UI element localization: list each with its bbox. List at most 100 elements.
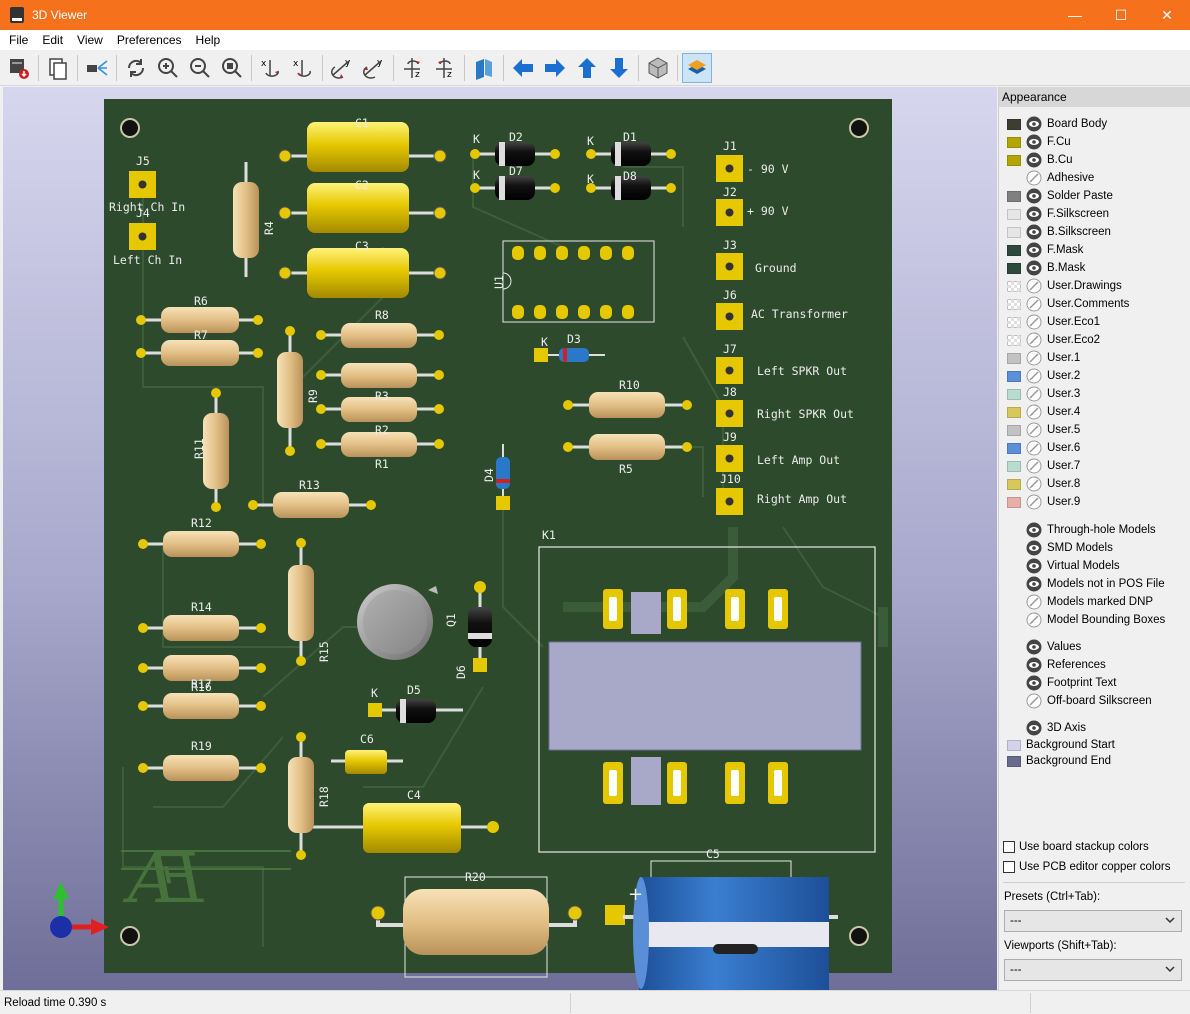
layers-manager-button[interactable] [682, 52, 712, 83]
menu-edit[interactable]: Edit [35, 30, 70, 50]
layer-color-swatch[interactable] [1007, 370, 1021, 382]
pan-left-button[interactable] [508, 53, 538, 83]
layer-color-swatch[interactable] [1007, 154, 1021, 166]
eye-hidden-icon[interactable] [1026, 422, 1042, 438]
eye-hidden-icon[interactable] [1026, 314, 1042, 330]
menu-file[interactable]: File [2, 30, 35, 50]
layer-row-user-4[interactable]: User.4 [1007, 403, 1187, 421]
layer-row-adhesive[interactable]: Adhesive [1007, 169, 1187, 187]
eye-hidden-icon[interactable] [1026, 476, 1042, 492]
rotate-z-cw-button[interactable]: z [398, 53, 428, 83]
layer-row-user-comments[interactable]: User.Comments [1007, 295, 1187, 313]
eye-icon[interactable] [1026, 260, 1042, 276]
background-start-swatch[interactable] [1007, 739, 1021, 751]
eye-icon[interactable] [1026, 242, 1042, 258]
eye-hidden-icon[interactable] [1026, 693, 1042, 709]
eye-hidden-icon[interactable] [1026, 278, 1042, 294]
eye-hidden-icon[interactable] [1026, 458, 1042, 474]
layer-color-swatch[interactable] [1007, 316, 1021, 328]
layer-color-swatch[interactable] [1007, 208, 1021, 220]
layer-color-swatch[interactable] [1007, 226, 1021, 238]
rotate-x-cw-button[interactable]: x [256, 53, 286, 83]
layer-color-swatch[interactable] [1007, 460, 1021, 472]
eye-icon[interactable] [1026, 116, 1042, 132]
layer-color-swatch[interactable] [1007, 496, 1021, 508]
eye-hidden-icon[interactable] [1026, 386, 1042, 402]
stackup-colors-checkbox-row[interactable]: Use board stackup colors [1003, 837, 1149, 857]
pan-right-button[interactable] [540, 53, 570, 83]
option-row-model-bounding-boxes[interactable]: Model Bounding Boxes [1007, 611, 1187, 629]
raytracing-button[interactable] [82, 53, 112, 83]
flip-board-button[interactable] [469, 53, 499, 83]
layer-row-user-drawings[interactable]: User.Drawings [1007, 277, 1187, 295]
rotate-x-ccw-button[interactable]: x [288, 53, 318, 83]
layer-color-swatch[interactable] [1007, 280, 1021, 292]
layer-color-swatch[interactable] [1007, 190, 1021, 202]
option-row-smd-models[interactable]: SMD Models [1007, 539, 1187, 557]
zoom-fit-button[interactable] [217, 53, 247, 83]
eye-hidden-icon[interactable] [1026, 404, 1042, 420]
layer-color-swatch[interactable] [1007, 352, 1021, 364]
rotate-y-ccw-button[interactable]: y [359, 53, 389, 83]
eye-icon[interactable] [1026, 639, 1042, 655]
option-row-off-board-silkscreen[interactable]: Off-board Silkscreen [1007, 692, 1187, 710]
eye-icon[interactable] [1026, 558, 1042, 574]
layer-row-f-silkscreen[interactable]: F.Silkscreen [1007, 205, 1187, 223]
layer-row-user-2[interactable]: User.2 [1007, 367, 1187, 385]
layer-color-swatch[interactable] [1007, 388, 1021, 400]
eye-hidden-icon[interactable] [1026, 296, 1042, 312]
layer-row-b-silkscreen[interactable]: B.Silkscreen [1007, 223, 1187, 241]
rotate-y-cw-button[interactable]: y [327, 53, 357, 83]
layer-color-swatch[interactable] [1007, 424, 1021, 436]
menu-preferences[interactable]: Preferences [110, 30, 189, 50]
copy-clipboard-button[interactable] [43, 53, 73, 83]
layer-row-user-3[interactable]: User.3 [1007, 385, 1187, 403]
eye-hidden-icon[interactable] [1026, 594, 1042, 610]
eye-icon[interactable] [1026, 576, 1042, 592]
layer-color-swatch[interactable] [1007, 478, 1021, 490]
layer-row-solder-paste[interactable]: Solder Paste [1007, 187, 1187, 205]
option-row-3d-axis[interactable]: 3D Axis [1007, 719, 1187, 737]
layer-row-user-7[interactable]: User.7 [1007, 457, 1187, 475]
layer-row-b-mask[interactable]: B.Mask [1007, 259, 1187, 277]
eye-hidden-icon[interactable] [1026, 170, 1042, 186]
eye-hidden-icon[interactable] [1026, 494, 1042, 510]
option-row-footprint-text[interactable]: Footprint Text [1007, 674, 1187, 692]
pan-down-button[interactable] [604, 53, 634, 83]
rotate-z-ccw-button[interactable]: z [430, 53, 460, 83]
layer-color-swatch[interactable] [1007, 442, 1021, 454]
eye-icon[interactable] [1026, 152, 1042, 168]
layer-row-user-eco2[interactable]: User.Eco2 [1007, 331, 1187, 349]
layer-color-swatch[interactable] [1007, 262, 1021, 274]
background-end-swatch[interactable] [1007, 755, 1021, 767]
layer-row-user-8[interactable]: User.8 [1007, 475, 1187, 493]
eye-icon[interactable] [1026, 134, 1042, 150]
eye-hidden-icon[interactable] [1026, 440, 1042, 456]
layer-color-swatch[interactable] [1007, 406, 1021, 418]
stackup-colors-checkbox[interactable] [1003, 841, 1015, 853]
layer-row-user-6[interactable]: User.6 [1007, 439, 1187, 457]
option-row-values[interactable]: Values [1007, 638, 1187, 656]
zoom-in-button[interactable] [153, 53, 183, 83]
eye-icon[interactable] [1026, 657, 1042, 673]
layer-color-swatch[interactable] [1007, 173, 1021, 184]
layer-row-b-cu[interactable]: B.Cu [1007, 151, 1187, 169]
layer-row-board-body[interactable]: Board Body [1007, 115, 1187, 133]
eye-icon[interactable] [1026, 720, 1042, 736]
option-row-models-not-in-pos-file[interactable]: Models not in POS File [1007, 575, 1187, 593]
zoom-out-button[interactable] [185, 53, 215, 83]
viewports-dropdown[interactable]: --- [1004, 959, 1182, 981]
layer-row-f-mask[interactable]: F.Mask [1007, 241, 1187, 259]
copper-colors-checkbox-row[interactable]: Use PCB editor copper colors [1003, 857, 1170, 877]
menu-help[interactable]: Help [189, 30, 228, 50]
background-end-row[interactable]: Background End [1007, 753, 1187, 769]
layer-row-user-9[interactable]: User.9 [1007, 493, 1187, 511]
eye-icon[interactable] [1026, 188, 1042, 204]
background-start-row[interactable]: Background Start [1007, 737, 1187, 753]
menu-view[interactable]: View [70, 30, 110, 50]
eye-icon[interactable] [1026, 675, 1042, 691]
layer-color-swatch[interactable] [1007, 298, 1021, 310]
layer-row-user-1[interactable]: User.1 [1007, 349, 1187, 367]
maximize-button[interactable]: ☐ [1098, 0, 1144, 30]
eye-icon[interactable] [1026, 224, 1042, 240]
